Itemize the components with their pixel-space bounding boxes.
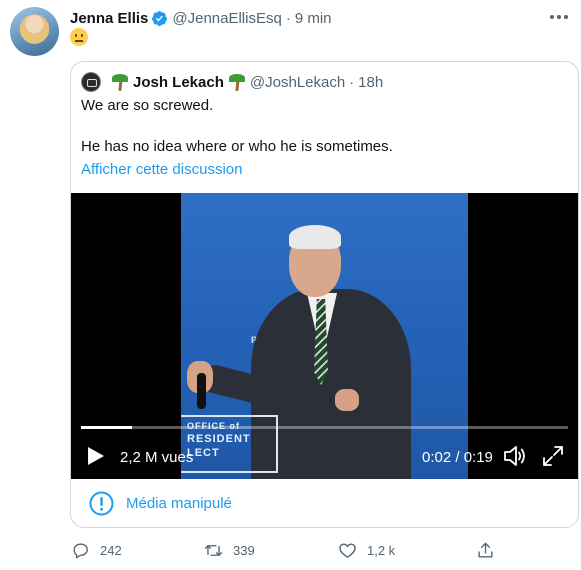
share-icon bbox=[478, 542, 493, 558]
quoted-separator: · bbox=[349, 73, 355, 91]
palm-tree-emoji-icon bbox=[228, 73, 245, 91]
manipulated-media-label[interactable]: Média manipulé bbox=[126, 495, 232, 512]
share-button[interactable] bbox=[476, 540, 505, 560]
podium-sign: OFFICE of RESIDENT LECT bbox=[181, 415, 278, 473]
microphone bbox=[197, 373, 206, 409]
quoted-header: Josh Lekach @JoshLekach · 18h bbox=[81, 72, 383, 92]
reply-icon bbox=[73, 542, 88, 558]
quoted-author-name[interactable]: Josh Lekach bbox=[133, 74, 224, 91]
quoted-text-line: He has no idea where or who he is someti… bbox=[81, 138, 393, 155]
video-progress-fill bbox=[81, 426, 133, 429]
speaker-hair bbox=[289, 225, 341, 249]
video-progress-bar[interactable] bbox=[81, 426, 568, 429]
show-thread-link[interactable]: Afficher cette discussion bbox=[81, 161, 242, 178]
quoted-author-handle[interactable]: @JoshLekach bbox=[250, 74, 345, 91]
quoted-author-avatar[interactable] bbox=[81, 72, 101, 92]
retweet-icon bbox=[204, 544, 223, 556]
heart-icon bbox=[339, 542, 356, 558]
manipulated-media-notice[interactable]: Média manipulé bbox=[71, 479, 578, 527]
fullscreen-icon[interactable] bbox=[542, 445, 564, 467]
reply-button[interactable]: 242 bbox=[71, 540, 122, 560]
podium-text: RESIDENT bbox=[187, 433, 251, 445]
exclamation-circle-icon bbox=[89, 491, 114, 516]
quoted-timestamp[interactable]: 18h bbox=[358, 74, 383, 91]
volume-icon[interactable] bbox=[503, 445, 527, 467]
neutral-face-emoji-icon bbox=[70, 28, 88, 46]
author-handle[interactable]: @JennaEllisEsq bbox=[172, 10, 281, 27]
video-player[interactable]: PRE OFFICE of RESIDENT LECT bbox=[71, 193, 578, 479]
more-options-icon[interactable] bbox=[548, 10, 570, 24]
video-frame: PRE OFFICE of RESIDENT LECT bbox=[181, 193, 468, 479]
speaker-hand bbox=[335, 389, 359, 411]
video-views: 2,2 M vues bbox=[120, 449, 194, 466]
retweet-count: 339 bbox=[233, 542, 255, 558]
quoted-tweet[interactable]: Josh Lekach @JoshLekach · 18h We are so … bbox=[70, 61, 579, 528]
retweet-button[interactable]: 339 bbox=[204, 540, 255, 560]
verified-badge-icon bbox=[152, 10, 168, 26]
tweet-timestamp[interactable]: 9 min bbox=[295, 10, 332, 27]
reply-count: 242 bbox=[100, 542, 122, 558]
tweet-text bbox=[70, 28, 88, 46]
palm-tree-emoji-icon bbox=[112, 73, 128, 91]
header-separator: · bbox=[285, 9, 291, 27]
tweet-header: Jenna Ellis @JennaEllisEsq · 9 min bbox=[70, 8, 332, 28]
video-timecode: 0:02 / 0:19 bbox=[422, 449, 493, 466]
quoted-text-line: We are so screwed. bbox=[81, 97, 214, 114]
play-icon[interactable] bbox=[87, 446, 105, 466]
like-count: 1,2 k bbox=[367, 542, 396, 558]
author-avatar[interactable] bbox=[10, 7, 59, 56]
tweet[interactable]: Jenna Ellis @JennaEllisEsq · 9 min Josh … bbox=[0, 0, 581, 570]
like-button[interactable]: 1,2 k bbox=[338, 540, 395, 560]
author-name[interactable]: Jenna Ellis bbox=[70, 10, 148, 27]
